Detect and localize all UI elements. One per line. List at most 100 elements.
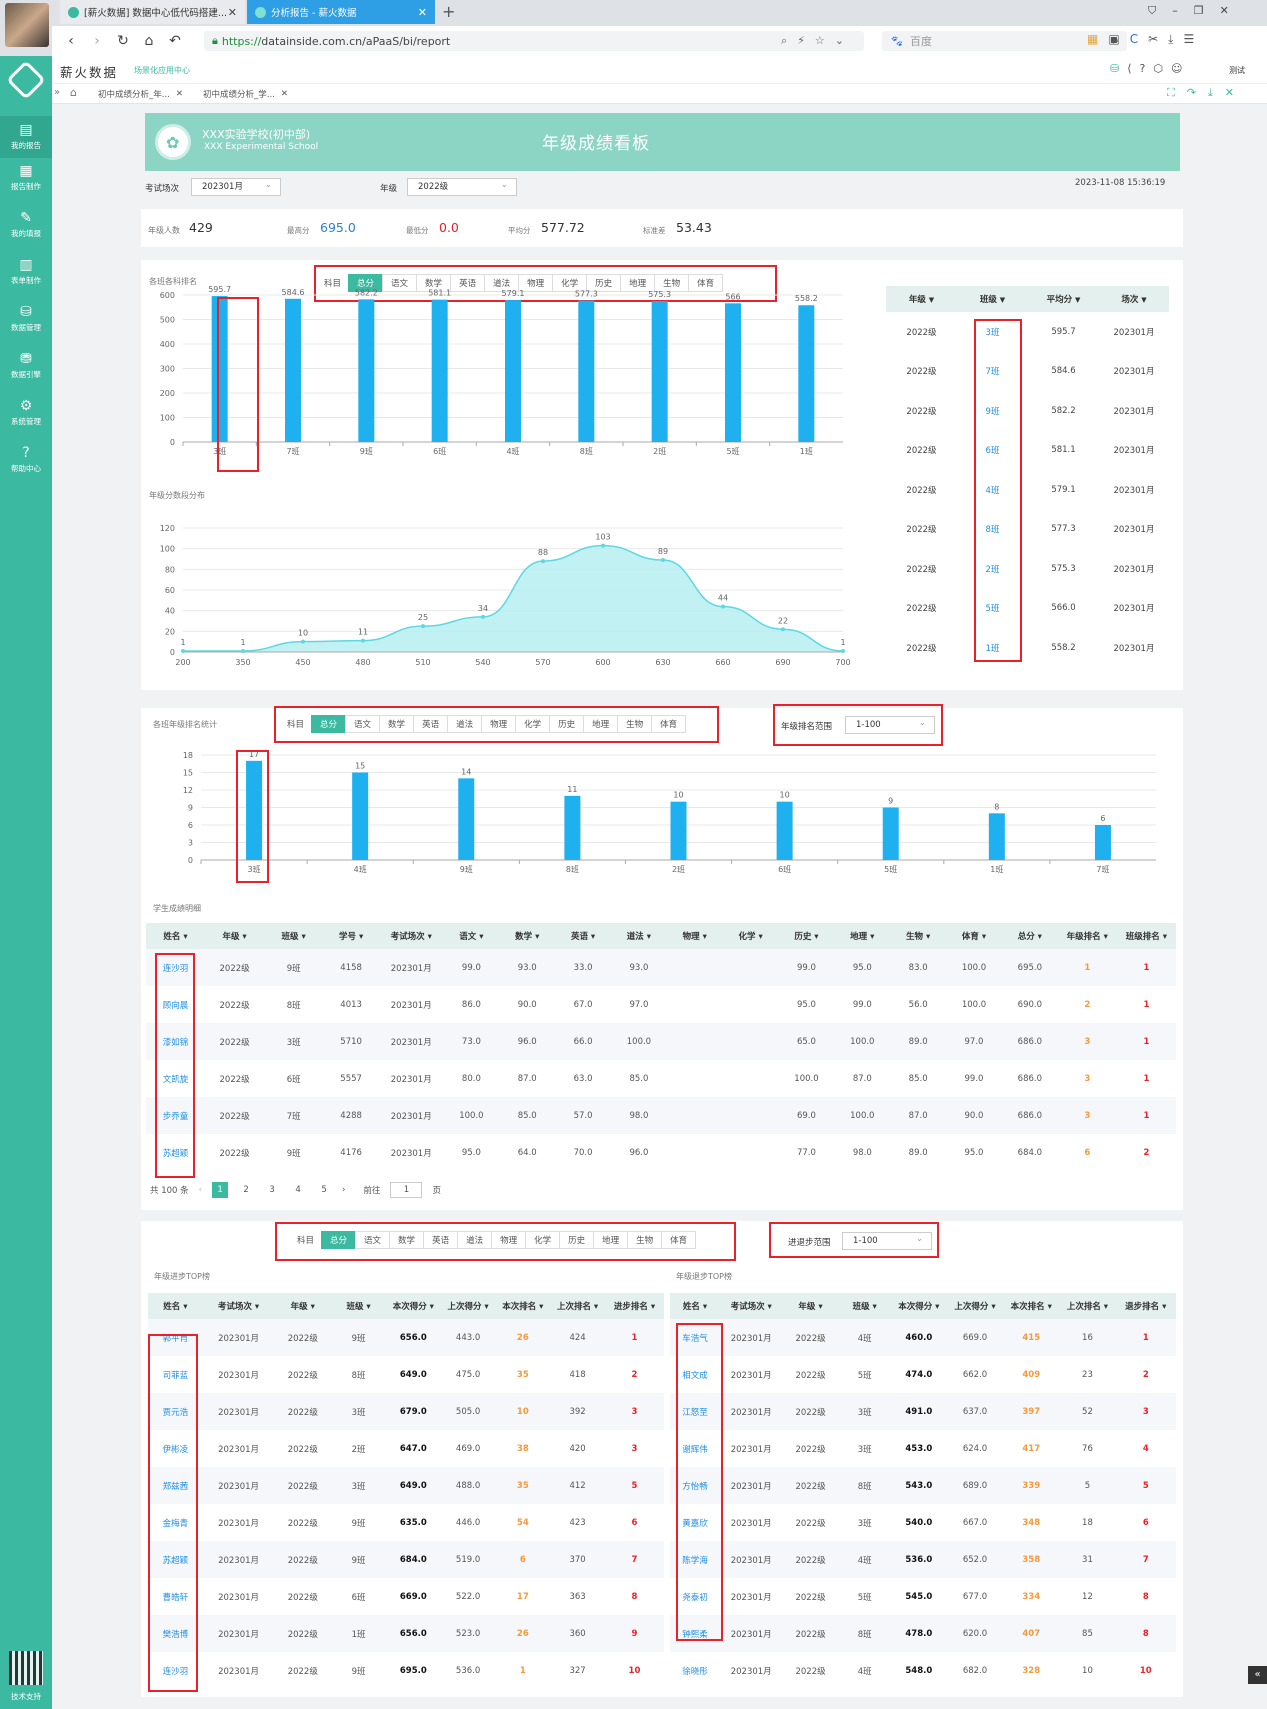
shirt-icon[interactable]: ⛉ <box>1148 4 1172 17</box>
column-header[interactable]: 学号 ▾ <box>323 923 380 949</box>
page-3[interactable]: 3 <box>264 1182 280 1198</box>
cube-icon[interactable]: ⬡ <box>1153 62 1171 75</box>
grade-select[interactable]: 2022级 <box>407 177 517 196</box>
collapse-side-icon[interactable]: « <box>1248 1666 1267 1684</box>
column-header[interactable]: 考试场次 ▾ <box>719 1293 783 1319</box>
column-header[interactable]: 本次得分 ▾ <box>890 1293 947 1319</box>
share-icon[interactable]: ⟨ <box>1127 62 1139 75</box>
pager-goto-input[interactable]: 1 <box>390 1182 423 1198</box>
column-header[interactable]: 地理 ▾ <box>834 923 891 949</box>
column-header[interactable]: 本次得分 ▾ <box>385 1293 441 1319</box>
expand-icon[interactable]: » <box>54 87 60 98</box>
column-header[interactable]: 生物 ▾ <box>890 923 947 949</box>
column-header[interactable]: 进步排名 ▾ <box>604 1293 664 1319</box>
page-4[interactable]: 4 <box>290 1182 306 1198</box>
page-2[interactable]: 2 <box>238 1182 254 1198</box>
home-icon[interactable]: ⌂ <box>136 33 162 49</box>
sidebar-item-form-design[interactable]: ▥ 表单制作 <box>0 257 52 286</box>
next-page-icon[interactable]: › <box>342 1185 345 1195</box>
sidebar-item-report-design[interactable]: ▦ 报告制作 <box>0 163 52 192</box>
student-name-link[interactable]: 徐晓彤 <box>670 1652 720 1689</box>
close-icon[interactable]: ✕ <box>176 89 183 99</box>
column-header[interactable]: 历史 ▾ <box>778 923 835 949</box>
undo-icon[interactable]: ↶ <box>162 33 188 49</box>
column-header[interactable]: 语文 ▾ <box>443 923 500 949</box>
column-header[interactable]: 体育 ▾ <box>946 923 1002 949</box>
scissors-icon[interactable]: ✂ <box>1148 32 1168 46</box>
close-icon[interactable]: ✕ <box>281 89 288 99</box>
back-icon[interactable]: ‹ <box>58 33 84 49</box>
user-icon[interactable]: ☺ <box>1171 62 1190 75</box>
restore-icon[interactable]: ❐ <box>1194 4 1220 17</box>
close-tab-icon[interactable]: ✕ <box>418 6 427 19</box>
page-1[interactable]: 1 <box>212 1182 229 1198</box>
home-icon[interactable]: ⌂ <box>70 86 77 99</box>
col-class[interactable]: 班级 ▼ <box>957 293 1028 305</box>
sidebar-item-data-management[interactable]: ⛁ 数据管理 <box>0 304 52 333</box>
new-tab-button[interactable]: + <box>442 2 455 21</box>
fullscreen-icon[interactable]: ⛶ <box>1167 86 1187 99</box>
column-header[interactable]: 考试场次 ▾ <box>202 1293 275 1319</box>
user-name[interactable]: 测试 <box>1229 65 1245 76</box>
screenshot-icon[interactable]: ▣ <box>1108 32 1129 46</box>
sidebar-item-data-engine[interactable]: ⛃ 数据引擎 <box>0 351 52 380</box>
profile-avatar[interactable] <box>5 3 49 47</box>
column-header[interactable]: 上次排名 ▾ <box>1059 1293 1116 1319</box>
windows-icon[interactable]: ▦ <box>1087 32 1108 46</box>
column-header[interactable]: 班级排名 ▾ <box>1116 923 1176 949</box>
column-header[interactable]: 姓名 ▾ <box>670 1293 720 1319</box>
column-header[interactable]: 退步排名 ▾ <box>1115 1293 1176 1319</box>
column-header[interactable]: 考试场次 ▾ <box>379 923 444 949</box>
close-icon[interactable]: ✕ <box>1225 86 1246 99</box>
column-header[interactable]: 上次得分 ▾ <box>946 1293 1004 1319</box>
app-logo-icon[interactable] <box>6 60 46 100</box>
column-header[interactable]: 姓名 ▾ <box>146 923 206 949</box>
column-header[interactable]: 年级排名 ▾ <box>1057 923 1117 949</box>
scene-app-center-link[interactable]: 场景化应用中心 <box>134 65 190 76</box>
download-icon[interactable]: ⤓ <box>1208 86 1225 99</box>
prev-page-icon[interactable]: ‹ <box>199 1185 202 1195</box>
column-header[interactable]: 年级 ▾ <box>205 923 265 949</box>
col-avg[interactable]: 平均分 ▼ <box>1028 293 1099 305</box>
exam-select[interactable]: 202301月 <box>191 177 281 196</box>
minimize-icon[interactable]: – <box>1172 4 1194 17</box>
close-window-icon[interactable]: ✕ <box>1220 4 1245 17</box>
column-header[interactable]: 年级 ▾ <box>274 1293 332 1319</box>
column-header[interactable]: 化学 ▾ <box>722 923 779 949</box>
share-arrow-icon[interactable]: ↷ <box>1187 86 1208 99</box>
column-header[interactable]: 年级 ▾ <box>782 1293 839 1319</box>
col-grade[interactable]: 年级 ▼ <box>886 293 957 305</box>
column-header[interactable]: 英语 ▾ <box>555 923 611 949</box>
col-exam[interactable]: 场次 ▼ <box>1099 293 1169 305</box>
column-header[interactable]: 总分 ▾ <box>1001 923 1058 949</box>
column-header[interactable]: 本次排名 ▾ <box>1003 1293 1060 1319</box>
column-header[interactable]: 上次得分 ▾ <box>440 1293 496 1319</box>
menu-icon[interactable]: ☰ <box>1183 32 1204 46</box>
reload-icon[interactable]: ↻ <box>110 33 136 49</box>
help-icon[interactable]: ? <box>1140 62 1154 75</box>
app-tab-grade-analysis[interactable]: 初中成绩分析_年... ✕ <box>92 86 192 102</box>
page-5[interactable]: 5 <box>316 1182 332 1198</box>
column-header[interactable]: 物理 ▾ <box>666 923 723 949</box>
column-header[interactable]: 本次排名 ▾ <box>495 1293 551 1319</box>
forward-icon[interactable]: › <box>84 33 110 49</box>
sidebar-item-system[interactable]: ⚙ 系统管理 <box>0 398 52 427</box>
column-header[interactable]: 班级 ▾ <box>838 1293 891 1319</box>
app-tab-student-analysis[interactable]: 初中成绩分析_学... ✕ <box>197 86 297 102</box>
browser-tab-1[interactable]: [薪火数据] 数据中心低代码搭建... ✕ <box>60 0 245 24</box>
column-header[interactable]: 上次排名 ▾ <box>550 1293 605 1319</box>
column-header[interactable]: 姓名 ▾ <box>148 1293 203 1319</box>
sidebar-item-my-reports[interactable]: ▤ 我的报告 <box>0 116 52 158</box>
browser-tab-2[interactable]: 分析报告 - 薪火数据 ✕ <box>247 0 435 24</box>
column-header[interactable]: 道法 ▾ <box>611 923 667 949</box>
sidebar-item-help[interactable]: ? 帮助中心 <box>0 445 52 474</box>
database-icon[interactable]: ⛁ <box>1110 62 1127 75</box>
sidebar-item-my-fill[interactable]: ✎ 我的填报 <box>0 210 52 239</box>
column-header[interactable]: 班级 ▾ <box>331 1293 386 1319</box>
address-bar[interactable]: 🔒︎ https:// datainside.com.cn/aPaaS/bi/r… <box>204 31 864 51</box>
download-icon[interactable]: ⤓ <box>1168 32 1183 46</box>
close-tab-icon[interactable]: ✕ <box>228 6 237 19</box>
column-header[interactable]: 数学 ▾ <box>499 923 556 949</box>
column-header[interactable]: 班级 ▾ <box>264 923 324 949</box>
c-extension-icon[interactable]: C <box>1130 32 1148 46</box>
